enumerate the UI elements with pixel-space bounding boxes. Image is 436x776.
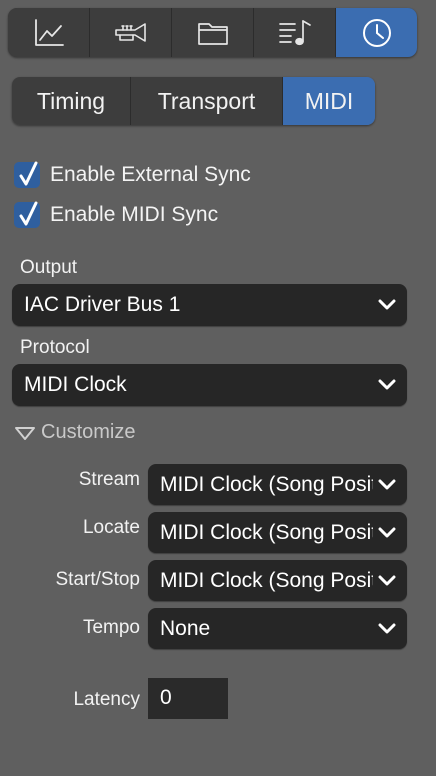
- settings-tabs: Timing Transport MIDI: [12, 77, 375, 125]
- latency-label: Latency: [73, 689, 140, 710]
- tempo-value: None: [160, 616, 211, 640]
- customize-label: Customize: [41, 421, 136, 443]
- protocol-select[interactable]: MIDI Clock: [12, 364, 407, 406]
- latency-input[interactable]: 0: [148, 678, 228, 719]
- stream-value: MIDI Clock (Song Position): [160, 472, 373, 496]
- score-list-icon: [278, 19, 311, 45]
- customize-disclosure[interactable]: Customize: [14, 421, 135, 444]
- startstop-value: MIDI Clock (Song Position): [160, 568, 373, 592]
- protocol-label: Protocol: [20, 337, 90, 358]
- midi-sync-label: Enable MIDI Sync: [50, 203, 219, 226]
- tab-midi[interactable]: MIDI: [283, 77, 375, 125]
- locate-value: MIDI Clock (Song Position): [160, 520, 373, 544]
- stream-label: Stream: [78, 469, 140, 490]
- startstop-label: Start/Stop: [55, 569, 141, 590]
- toolbar-button-instrument[interactable]: [90, 8, 172, 57]
- output-value: IAC Driver Bus 1: [24, 293, 181, 316]
- toolbar-button-sync[interactable]: [336, 8, 417, 57]
- external-sync-checkbox[interactable]: [14, 161, 40, 188]
- external-sync-row[interactable]: Enable External Sync: [14, 161, 251, 189]
- trumpet-icon: [114, 22, 146, 42]
- tab-transport[interactable]: Transport: [131, 77, 283, 125]
- external-sync-label: Enable External Sync: [50, 163, 251, 186]
- midi-sync-row[interactable]: Enable MIDI Sync: [14, 201, 218, 229]
- tab-timing[interactable]: Timing: [12, 77, 131, 125]
- toolbar-button-files[interactable]: [172, 8, 254, 57]
- chart-line-icon: [34, 18, 64, 46]
- tempo-select[interactable]: None: [148, 608, 407, 649]
- checkmark-icon: [19, 161, 38, 186]
- stream-select[interactable]: MIDI Clock (Song Position): [148, 464, 407, 505]
- toolbar-button-score[interactable]: [254, 8, 336, 57]
- output-select[interactable]: IAC Driver Bus 1: [12, 284, 407, 326]
- output-label: Output: [20, 257, 78, 278]
- chevron-down-icon: [378, 527, 396, 537]
- chevron-down-icon: [378, 575, 396, 585]
- chevron-down-icon: [378, 479, 396, 489]
- locate-select[interactable]: MIDI Clock (Song Position): [148, 512, 407, 553]
- tempo-label: Tempo: [82, 617, 140, 638]
- view-toolbar: [8, 8, 417, 57]
- chevron-down-icon: [378, 299, 396, 310]
- protocol-value: MIDI Clock: [24, 373, 127, 396]
- startstop-select[interactable]: MIDI Clock (Song Position): [148, 560, 407, 601]
- midi-sync-checkbox[interactable]: [14, 201, 40, 228]
- checkmark-icon: [19, 201, 38, 226]
- chevron-down-icon: [378, 623, 396, 633]
- locate-label: Locate: [82, 517, 140, 538]
- chevron-down-icon: [378, 379, 396, 390]
- toolbar-button-chart[interactable]: [8, 8, 90, 57]
- triangle-down-icon: [15, 426, 35, 440]
- clock-icon: [362, 18, 391, 47]
- folder-icon: [197, 22, 228, 45]
